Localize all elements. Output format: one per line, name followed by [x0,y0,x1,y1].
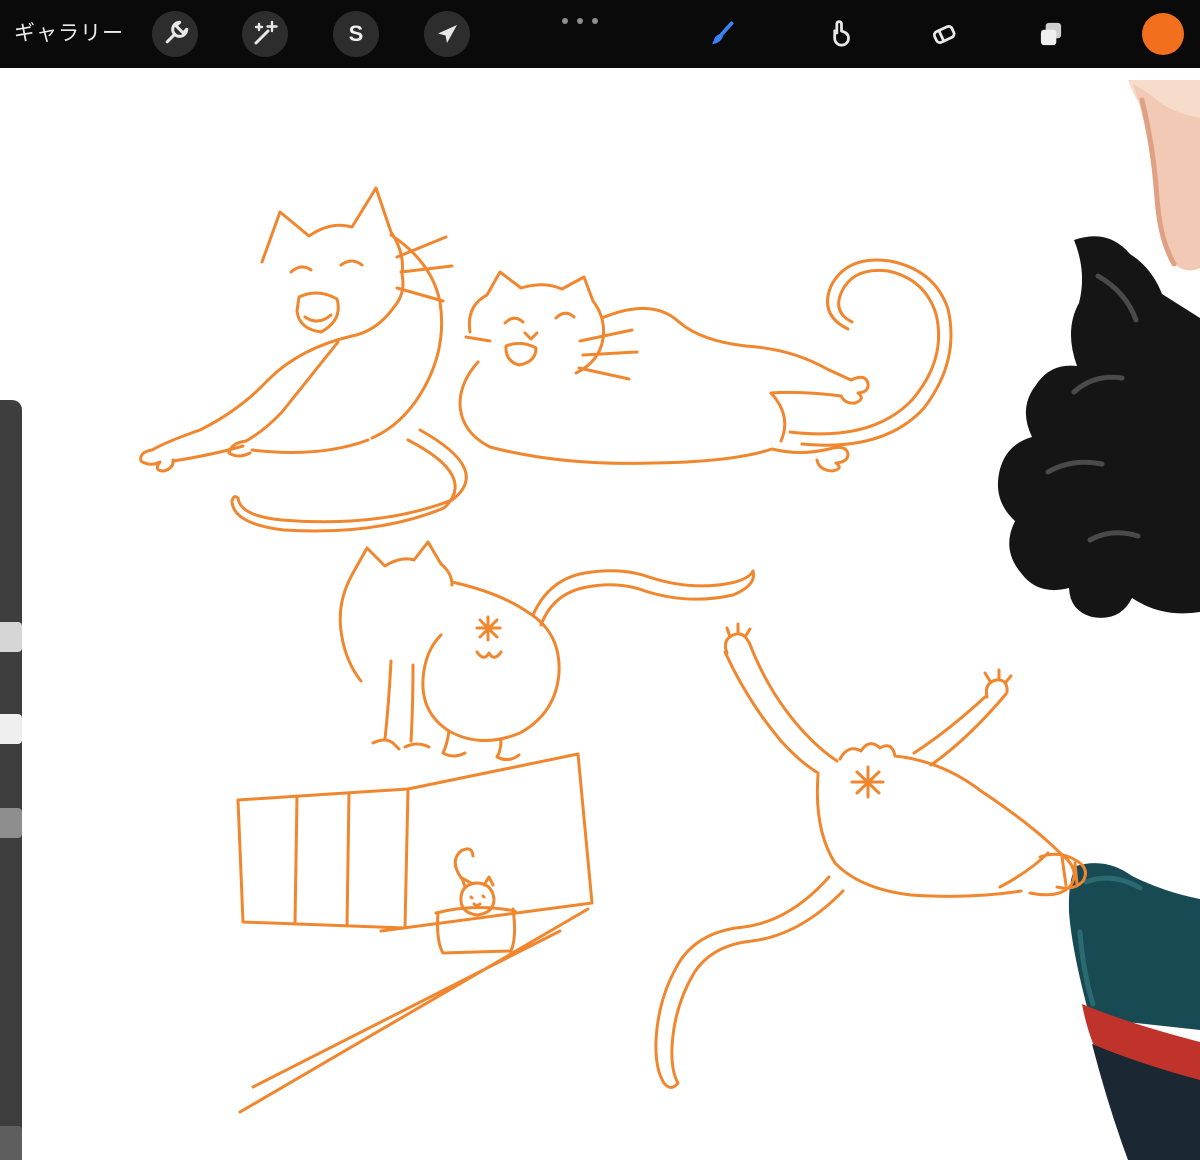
ellipsis-dot [577,18,583,24]
ellipsis-dot [592,18,598,24]
gallery-button[interactable]: ギャラリー [14,0,124,68]
wrench-icon [165,20,189,44]
color-swatch-button[interactable] [1141,12,1185,56]
modify-button[interactable] [0,714,22,744]
brush-size-slider[interactable] [0,622,22,652]
reference-painting [997,80,1200,1160]
layers-icon [1040,22,1062,46]
ellipsis-icon[interactable] [562,18,598,24]
selection-button[interactable]: S [333,11,379,57]
s-glyph-icon: S [348,21,364,46]
opacity-slider[interactable] [0,808,22,838]
smudge-icon [833,20,850,47]
erase-tool-button[interactable] [924,14,964,54]
top-toolbar: ギャラリー S [0,0,1200,68]
actions-button[interactable] [152,11,198,57]
undo-redo-button[interactable] [0,1126,22,1160]
sketch-cat-lying-back [458,258,953,473]
sketch-cat-from-behind [338,540,756,762]
black-bow [997,236,1200,618]
layers-button[interactable] [1031,14,1071,54]
magic-wand-icon [254,20,278,45]
transform-button[interactable] [424,11,470,57]
paint-tool-button[interactable] [702,14,742,54]
adjustments-button[interactable] [242,11,288,57]
color-swatch [1142,13,1184,55]
sketch-box-with-kitten [236,752,594,1114]
teal-shoe [1068,863,1200,1030]
ellipsis-dot [562,18,568,24]
sketch-cats [139,186,1087,1114]
sketch-cat-yawning [139,186,468,533]
sidebar [0,400,22,1160]
eraser-icon [932,24,956,44]
smudge-tool-button[interactable] [820,14,860,54]
arrow-icon [438,25,457,43]
drawing-canvas[interactable] [0,0,1200,1160]
brush-icon [712,21,734,45]
canvas-artwork [139,80,1200,1160]
sketch-cat-rolling [654,622,1087,1089]
